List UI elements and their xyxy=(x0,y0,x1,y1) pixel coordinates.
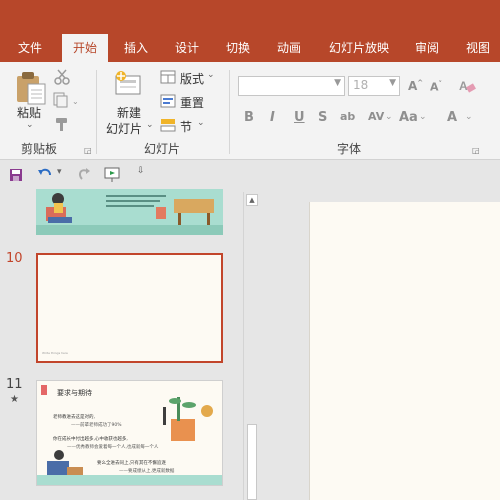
section-icon[interactable] xyxy=(160,118,176,135)
format-painter-icon[interactable] xyxy=(54,116,70,135)
clipboard-launcher-icon[interactable]: ◲ xyxy=(84,146,92,155)
tab-view[interactable]: 视图 xyxy=(456,34,500,62)
tab-review[interactable]: 审阅 xyxy=(405,34,449,62)
spacing-dropdown-icon[interactable]: ⌄ xyxy=(385,112,393,122)
tab-file[interactable]: 文件 xyxy=(6,34,54,62)
reset-icon[interactable] xyxy=(160,94,176,111)
save-icon[interactable] xyxy=(9,168,23,185)
font-name-dropdown-icon[interactable]: ▼ xyxy=(334,78,341,88)
font-launcher-icon[interactable]: ◲ xyxy=(472,146,480,155)
slide-thumbnail-cover[interactable] xyxy=(36,189,223,235)
customize-qat-icon[interactable]: ⇩ xyxy=(137,166,145,176)
change-case-button[interactable]: Aa xyxy=(399,110,418,125)
slide-number-11: 11 xyxy=(6,377,23,392)
title-bar xyxy=(0,0,500,34)
clear-formatting-icon[interactable]: A xyxy=(458,78,476,97)
section-dropdown-icon[interactable]: ⌄ xyxy=(197,118,205,128)
slide-thumbnail-11[interactable]: 要求与期待 老师教进去这是对的, ——前辈老师成功了90% 你在成长中付出越多,… xyxy=(36,380,223,486)
scroll-thumb[interactable] xyxy=(247,424,257,500)
character-spacing-button[interactable]: AV xyxy=(368,110,384,123)
clipboard-group-label: 剪贴板 xyxy=(21,142,58,156)
new-slide-label-2[interactable]: 幻灯片 xyxy=(106,120,142,137)
slide-number-10: 10 xyxy=(6,251,23,266)
tab-animations[interactable]: 动画 xyxy=(267,34,311,62)
underline-button[interactable]: U xyxy=(294,110,305,125)
decrease-font-size-icon[interactable]: A˅ xyxy=(430,80,442,94)
slide-thumbnails-panel: 10 Write things here 11 ★ 要求与期待 老师教进去这是对… xyxy=(0,189,262,500)
slide-10-footer: Write things here xyxy=(42,351,68,355)
present-from-start-icon[interactable] xyxy=(104,167,122,186)
tab-design[interactable]: 设计 xyxy=(165,34,209,62)
font-color-button[interactable]: A xyxy=(447,110,457,125)
font-size-select[interactable]: 18 ▼ xyxy=(348,76,400,96)
font-group-label: 字体 xyxy=(337,142,362,156)
copy-icon[interactable]: ⌄ xyxy=(53,92,79,111)
redo-icon[interactable] xyxy=(76,167,92,184)
layout-label[interactable]: 版式 xyxy=(180,70,204,87)
shadow-button[interactable]: ab xyxy=(340,110,355,123)
cut-icon[interactable] xyxy=(53,68,71,89)
paste-label[interactable]: 粘贴 xyxy=(17,104,41,121)
tab-transitions[interactable]: 切换 xyxy=(216,34,260,62)
reset-label[interactable]: 重置 xyxy=(180,94,204,111)
svg-text:A: A xyxy=(459,79,468,93)
ribbon: 粘贴 ⌄ ⌄ 剪贴板 ◲ 新建 幻灯片 ⌄ 版式 ⌄ 重置 节 ⌄ 幻灯片 ▼ … xyxy=(0,62,500,160)
slide-canvas[interactable] xyxy=(309,202,500,500)
font-name-select[interactable]: ▼ xyxy=(238,76,345,96)
bold-button[interactable]: B xyxy=(244,110,254,125)
font-size-dropdown-icon[interactable]: ▼ xyxy=(389,78,396,88)
font-color-dropdown-icon[interactable]: ⌄ xyxy=(465,112,473,122)
animation-star-icon[interactable]: ★ xyxy=(10,394,19,405)
tab-home[interactable]: 开始 xyxy=(62,34,108,62)
tab-insert[interactable]: 插入 xyxy=(114,34,158,62)
ribbon-tabs: 文件 开始 插入 设计 切换 动画 幻灯片放映 审阅 视图 xyxy=(0,34,500,62)
strikethrough-button[interactable]: S xyxy=(318,110,327,125)
slide-thumbnail-10[interactable]: Write things here xyxy=(36,253,223,363)
slides-group-label: 幻灯片 xyxy=(144,142,181,156)
undo-icon[interactable] xyxy=(37,167,53,184)
quick-access-toolbar: ▾ ⇩ xyxy=(0,161,500,189)
scroll-up-icon[interactable]: ▲ xyxy=(246,194,258,206)
tab-slideshow[interactable]: 幻灯片放映 xyxy=(322,34,396,62)
slide-11-illustration xyxy=(37,397,222,485)
increase-font-size-icon[interactable]: A^ xyxy=(408,79,423,93)
thumbnail-scrollbar[interactable]: ▲ xyxy=(243,192,259,500)
layout-icon[interactable] xyxy=(160,70,176,87)
new-slide-dropdown-icon[interactable]: ⌄ xyxy=(146,120,154,130)
undo-dropdown-icon[interactable]: ▾ xyxy=(57,167,62,177)
section-label[interactable]: 节 xyxy=(180,118,192,135)
new-slide-icon[interactable] xyxy=(114,70,144,101)
svg-text:⌄: ⌄ xyxy=(72,97,79,106)
layout-dropdown-icon[interactable]: ⌄ xyxy=(207,70,215,80)
italic-button[interactable]: I xyxy=(270,110,275,125)
paste-dropdown-icon[interactable]: ⌄ xyxy=(26,120,34,130)
new-slide-label-1[interactable]: 新建 xyxy=(117,104,141,121)
case-dropdown-icon[interactable]: ⌄ xyxy=(419,112,427,122)
font-size-value: 18 xyxy=(353,78,369,92)
